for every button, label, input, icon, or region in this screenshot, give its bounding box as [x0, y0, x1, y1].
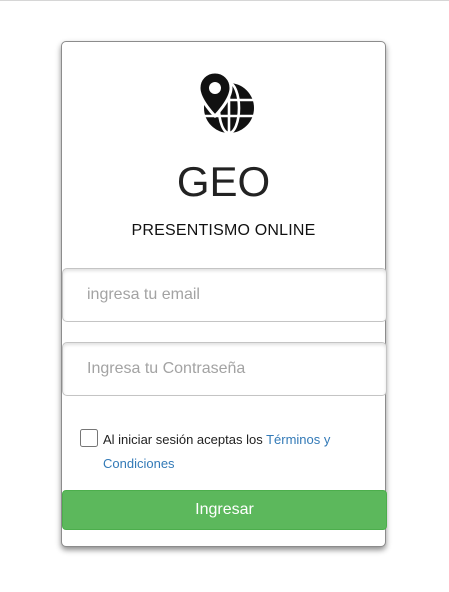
login-button[interactable]: Ingresar [62, 490, 387, 530]
terms-acceptance: Al iniciar sesión aceptas los Términos y… [80, 428, 370, 476]
email-input[interactable] [62, 268, 387, 322]
terms-checkbox[interactable] [80, 429, 98, 447]
top-divider [0, 0, 449, 1]
terms-label: Al iniciar sesión aceptas los Términos y… [80, 428, 370, 476]
login-card: GEO PRESENTISMO ONLINE Al iniciar sesión… [61, 41, 387, 547]
location-pin-globe-icon [197, 71, 254, 135]
app-title: GEO [176, 158, 271, 205]
terms-text: Al iniciar sesión aceptas los [103, 432, 267, 447]
app-subtitle: PRESENTISMO ONLINE [131, 222, 316, 239]
password-input[interactable] [62, 342, 387, 396]
